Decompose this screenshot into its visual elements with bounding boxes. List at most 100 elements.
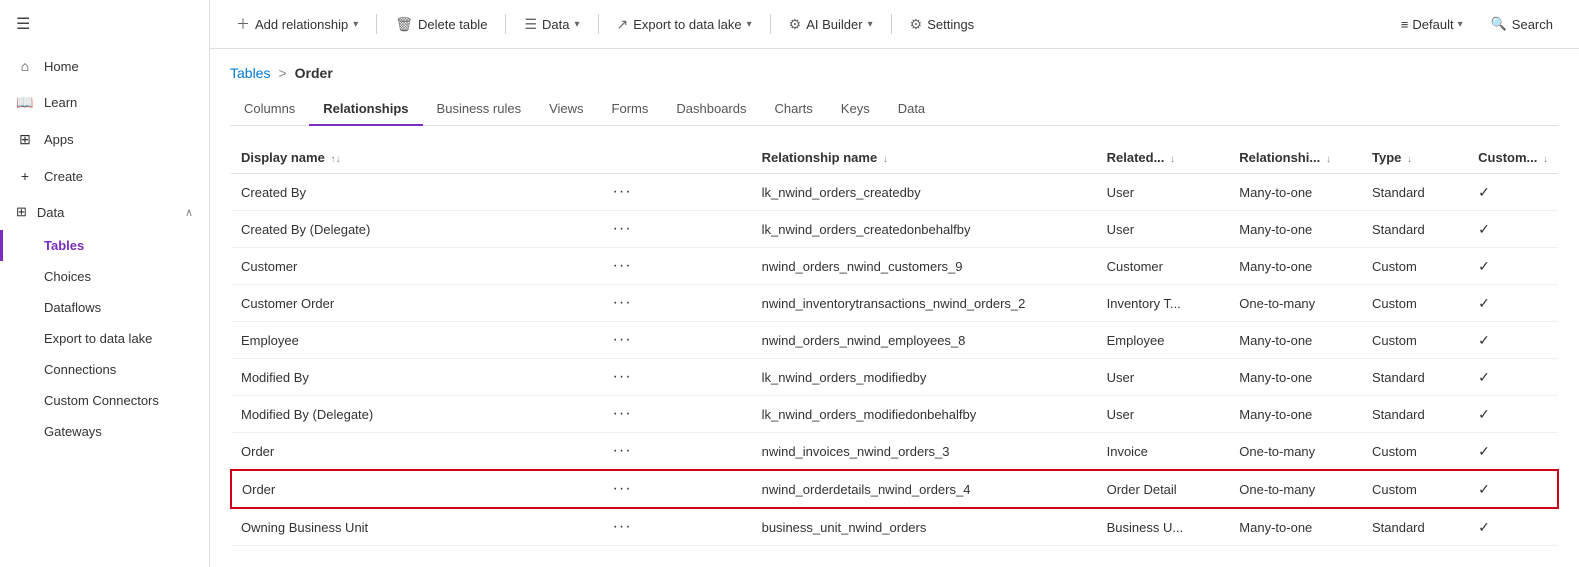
cell-dots-menu[interactable]: ··· <box>603 433 752 471</box>
sidebar-item-home[interactable]: ⌂ Home <box>0 48 209 84</box>
cell-display-name: Created By (Delegate) <box>231 211 603 248</box>
sidebar-sub-item-export[interactable]: Export to data lake <box>0 323 209 354</box>
cell-dots-menu[interactable]: ··· <box>603 396 752 433</box>
cell-custom: ✓ <box>1468 322 1558 359</box>
ai-builder-button[interactable]: ⚙ AI Builder ▾ <box>779 10 883 39</box>
sidebar-sub-item-choices[interactable]: Choices <box>0 261 209 292</box>
col-header-dots <box>603 142 752 174</box>
table-row[interactable]: Order···nwind_orderdetails_nwind_orders_… <box>231 470 1558 508</box>
cell-dots-menu[interactable]: ··· <box>603 248 752 285</box>
toolbar: ＋ Add relationship ▾ 🗑 Delete table ☰ Da… <box>210 0 1579 49</box>
default-button[interactable]: ≡ Default ▾ <box>1391 11 1473 38</box>
delete-table-button[interactable]: 🗑 Delete table <box>385 10 497 39</box>
cell-related: Order Detail <box>1097 470 1230 508</box>
cell-dots-menu[interactable]: ··· <box>603 322 752 359</box>
search-button[interactable]: 🔍 Search <box>1481 10 1563 38</box>
sidebar-sub-item-tables[interactable]: Tables <box>0 230 209 261</box>
filter-icon: ≡ <box>1401 17 1409 32</box>
hamburger-icon[interactable]: ☰ <box>0 0 209 48</box>
cell-type: Custom <box>1362 433 1468 471</box>
sidebar-item-create[interactable]: + Create <box>0 158 209 194</box>
cell-dots-menu[interactable]: ··· <box>603 174 752 211</box>
cell-related: User <box>1097 211 1230 248</box>
col-header-display-name[interactable]: Display name ↑↓ <box>231 142 603 174</box>
export-button[interactable]: ↗ Export to data lake ▾ <box>607 10 762 39</box>
cell-related: Employee <box>1097 322 1230 359</box>
table-row[interactable]: Customer···nwind_orders_nwind_customers_… <box>231 248 1558 285</box>
table-header-row: Display name ↑↓ Relationship name ↓ Rela… <box>231 142 1558 174</box>
cell-type: Custom <box>1362 470 1468 508</box>
cell-dots-menu[interactable]: ··· <box>603 359 752 396</box>
table-row[interactable]: Modified By···lk_nwind_orders_modifiedby… <box>231 359 1558 396</box>
delete-table-label: Delete table <box>418 17 487 32</box>
sort-icon-type: ↓ <box>1407 154 1412 165</box>
sidebar-item-learn[interactable]: 📖 Learn <box>0 84 209 121</box>
separator-4 <box>770 14 771 34</box>
cell-rel-name: nwind_invoices_nwind_orders_3 <box>752 433 1097 471</box>
table-row[interactable]: Order···nwind_invoices_nwind_orders_3Inv… <box>231 433 1558 471</box>
tab-views[interactable]: Views <box>535 93 597 126</box>
col-header-related[interactable]: Related... ↓ <box>1097 142 1230 174</box>
table-row[interactable]: Customer Order···nwind_inventorytransact… <box>231 285 1558 322</box>
table-row[interactable]: Employee···nwind_orders_nwind_employees_… <box>231 322 1558 359</box>
col-header-rel-name[interactable]: Relationship name ↓ <box>752 142 1097 174</box>
ai-icon: ⚙ <box>789 16 802 33</box>
col-header-type[interactable]: Type ↓ <box>1362 142 1468 174</box>
col-header-rel-type[interactable]: Relationshi... ↓ <box>1229 142 1362 174</box>
cell-type: Standard <box>1362 508 1468 546</box>
sidebar-sub-item-gateways[interactable]: Gateways <box>0 416 209 447</box>
cell-rel-type: Many-to-one <box>1229 211 1362 248</box>
add-relationship-button[interactable]: ＋ Add relationship ▾ <box>226 8 368 40</box>
tab-charts[interactable]: Charts <box>761 93 827 126</box>
breadcrumb-tables-link[interactable]: Tables <box>230 65 270 81</box>
cell-dots-menu[interactable]: ··· <box>603 470 752 508</box>
sidebar: ☰ ⌂ Home 📖 Learn ⊞ Apps + Create ⊞ Data … <box>0 0 210 567</box>
cell-type: Standard <box>1362 359 1468 396</box>
cell-rel-name: lk_nwind_orders_createdby <box>752 174 1097 211</box>
table-row[interactable]: Created By (Delegate)···lk_nwind_orders_… <box>231 211 1558 248</box>
tab-dashboards[interactable]: Dashboards <box>662 93 760 126</box>
cell-rel-name: lk_nwind_orders_modifiedonbehalfby <box>752 396 1097 433</box>
add-relationship-label: Add relationship <box>255 17 348 32</box>
settings-button[interactable]: ⚙ Settings <box>900 10 985 39</box>
sidebar-section-data[interactable]: ⊞ Data ∧ <box>0 194 209 230</box>
choices-label: Choices <box>44 269 91 284</box>
tab-keys[interactable]: Keys <box>827 93 884 126</box>
sort-icon-reltype: ↓ <box>1326 154 1331 165</box>
cell-custom: ✓ <box>1468 359 1558 396</box>
cell-dots-menu[interactable]: ··· <box>603 508 752 546</box>
data-label: Data <box>542 17 569 32</box>
cell-dots-menu[interactable]: ··· <box>603 285 752 322</box>
table-row[interactable]: Modified By (Delegate)···lk_nwind_orders… <box>231 396 1558 433</box>
cell-rel-type: One-to-many <box>1229 433 1362 471</box>
sidebar-sub-item-connections[interactable]: Connections <box>0 354 209 385</box>
tab-data[interactable]: Data <box>884 93 939 126</box>
data-button[interactable]: ☰ Data ▾ <box>514 10 589 39</box>
table-row[interactable]: Owning Business Unit···business_unit_nwi… <box>231 508 1558 546</box>
dataflows-label: Dataflows <box>44 300 101 315</box>
connections-label: Connections <box>44 362 116 377</box>
tables-label: Tables <box>44 238 84 253</box>
tab-business-rules[interactable]: Business rules <box>423 93 536 126</box>
sidebar-sub-item-custom-connectors[interactable]: Custom Connectors <box>0 385 209 416</box>
cell-rel-name: lk_nwind_orders_createdonbehalfby <box>752 211 1097 248</box>
cell-custom: ✓ <box>1468 508 1558 546</box>
export-chevron: ▾ <box>747 19 752 30</box>
cell-related: User <box>1097 359 1230 396</box>
cell-rel-name: nwind_inventorytransactions_nwind_orders… <box>752 285 1097 322</box>
learn-icon: 📖 <box>16 94 34 111</box>
cell-display-name: Owning Business Unit <box>231 508 603 546</box>
sort-icon-display: ↑↓ <box>330 154 340 165</box>
tab-columns[interactable]: Columns <box>230 93 309 126</box>
table-row[interactable]: Created By···lk_nwind_orders_createdbyUs… <box>231 174 1558 211</box>
export-icon: ↗ <box>617 16 629 33</box>
col-header-custom[interactable]: Custom... ↓ <box>1468 142 1558 174</box>
cell-rel-type: Many-to-one <box>1229 359 1362 396</box>
main-content: ＋ Add relationship ▾ 🗑 Delete table ☰ Da… <box>210 0 1579 567</box>
sidebar-sub-item-dataflows[interactable]: Dataflows <box>0 292 209 323</box>
tab-relationships[interactable]: Relationships <box>309 93 422 126</box>
cell-display-name: Modified By (Delegate) <box>231 396 603 433</box>
tab-forms[interactable]: Forms <box>598 93 663 126</box>
sidebar-item-apps[interactable]: ⊞ Apps <box>0 121 209 158</box>
cell-dots-menu[interactable]: ··· <box>603 211 752 248</box>
